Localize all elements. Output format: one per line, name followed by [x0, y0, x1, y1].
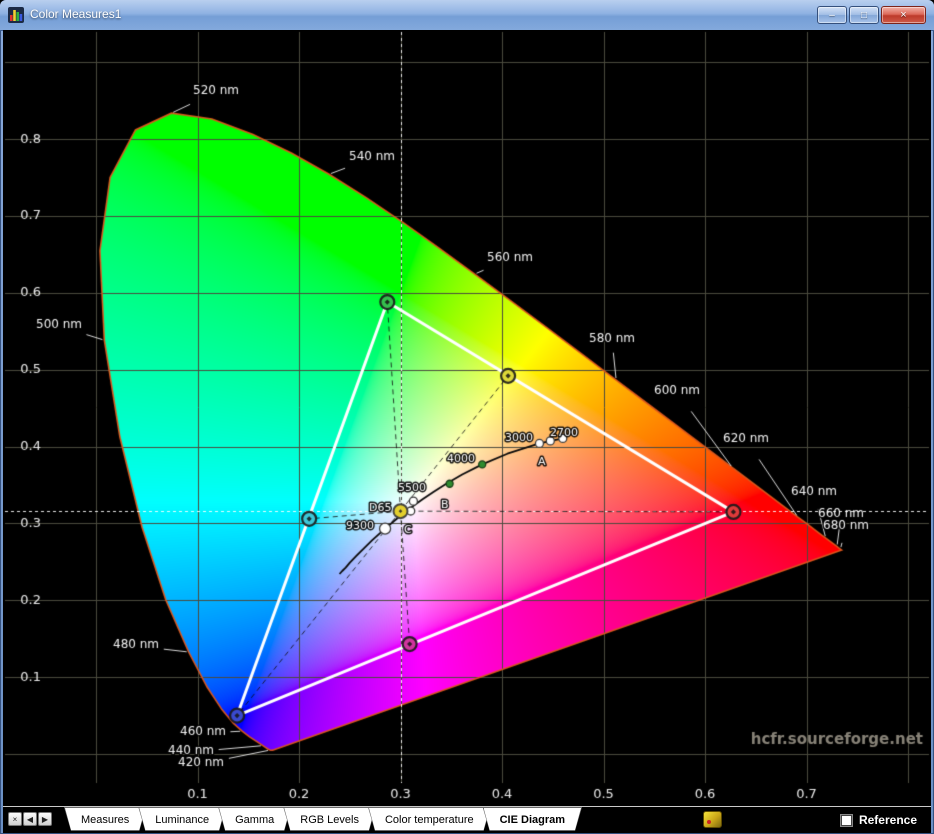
tab-luminance[interactable]: Luminance	[138, 807, 226, 831]
reference-checkbox[interactable]	[839, 813, 853, 827]
tab-face: RGB Levels	[284, 808, 375, 830]
chart-area	[3, 30, 931, 806]
window-controls: – □ ×	[817, 6, 926, 24]
tab-face: Luminance	[139, 808, 225, 830]
reference-label: Reference	[858, 813, 917, 827]
tab-face: Measures	[65, 808, 145, 830]
title-bar[interactable]: Color Measures1 – □ ×	[0, 0, 934, 31]
tab-label: Luminance	[155, 814, 210, 826]
cie-diagram-canvas	[3, 30, 931, 806]
tab-label: CIE Diagram	[499, 814, 566, 826]
minimize-button[interactable]: –	[817, 6, 847, 24]
tab-color-temperature[interactable]: Color temperature	[368, 807, 491, 831]
tab-nav: × ◀ ▶	[8, 812, 52, 826]
tab-prev-button[interactable]: ◀	[23, 812, 37, 826]
close-button[interactable]: ×	[881, 6, 926, 24]
tab-face: Gamma	[219, 808, 290, 830]
tab-close-button[interactable]: ×	[8, 812, 22, 826]
tab-measures[interactable]: Measures	[64, 807, 146, 831]
minimize-icon: –	[829, 9, 835, 21]
window-title: Color Measures1	[30, 7, 122, 21]
maximize-button[interactable]: □	[849, 6, 879, 24]
tab-label: RGB Levels	[300, 814, 359, 826]
close-icon: ×	[900, 8, 907, 21]
tab-bar: × ◀ ▶ Measures Luminance Gamma RGB Levels Colo…	[3, 806, 931, 833]
tab-label: Color temperature	[384, 814, 474, 826]
app-icon	[8, 7, 24, 23]
sensor-icon[interactable]	[703, 811, 722, 828]
maximize-icon: □	[860, 9, 868, 21]
reference-toggle: Reference	[839, 813, 917, 827]
tab-face: CIE Diagram	[484, 808, 581, 830]
tab-face: Color temperature	[369, 808, 490, 830]
tab-rgb-levels[interactable]: RGB Levels	[283, 807, 376, 831]
app-window: Color Measures1 – □ × × ◀ ▶ Measures Lumina…	[0, 0, 934, 834]
tab-strip: Measures Luminance Gamma RGB Levels Color te…	[64, 807, 574, 831]
tab-cie-diagram[interactable]: CIE Diagram	[483, 807, 582, 831]
tab-label: Measures	[81, 814, 130, 826]
tab-gamma[interactable]: Gamma	[218, 807, 291, 831]
tab-label: Gamma	[235, 814, 275, 826]
tab-next-button[interactable]: ▶	[38, 812, 52, 826]
